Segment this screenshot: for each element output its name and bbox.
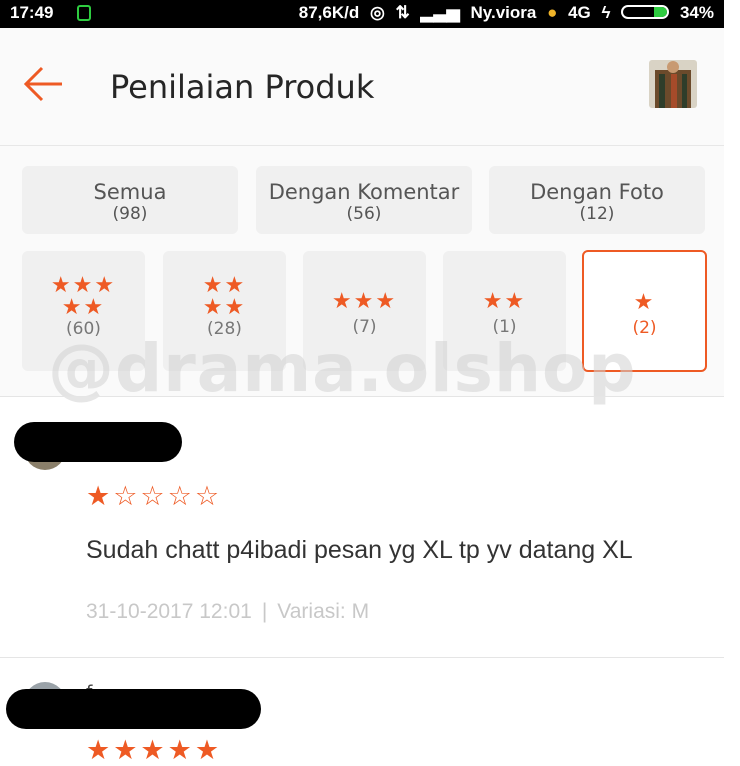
- tab-all[interactable]: Semua (98): [22, 166, 238, 234]
- star-icon: ★★★: [50, 273, 117, 298]
- network-type: 4G: [568, 3, 591, 22]
- star-icon: ★: [633, 290, 656, 315]
- variation-value: M: [351, 600, 370, 623]
- review-comment: Sudah chatt p4ibadi pesan yg XL tp yv da…: [86, 536, 633, 564]
- filter-3-count: (7): [352, 317, 377, 337]
- carrier-name: Ny.viora: [470, 3, 537, 22]
- filter-2-stars[interactable]: ★★ (1): [443, 251, 566, 371]
- redacted-username: [14, 422, 182, 462]
- filter-4-count: (28): [207, 319, 242, 339]
- filter-1-count: (2): [632, 318, 657, 338]
- star-icon-group: ★★: [443, 251, 566, 313]
- hotspot-icon: ◎: [369, 3, 385, 22]
- filter-3-stars[interactable]: ★★★ (7): [303, 251, 426, 371]
- filter-5-count: (60): [66, 319, 101, 339]
- right-gutter: [724, 0, 740, 749]
- filter-4-stars[interactable]: ★★ ★★ (28): [163, 251, 286, 371]
- meta-separator: |: [261, 600, 268, 623]
- data-transfer-icon: ⇅: [395, 3, 410, 22]
- divider: [0, 396, 724, 397]
- review-date: 31-10-2017 12:01: [86, 600, 252, 623]
- notification-icon: [77, 5, 91, 21]
- review-rating-stars: ★☆☆☆☆: [86, 481, 223, 512]
- tab-with-photo[interactable]: Dengan Foto (12): [489, 166, 705, 234]
- network-speed: 87,6K/d: [298, 3, 360, 22]
- star-icon-group: ★★★ ★★: [22, 251, 145, 319]
- emoji-icon: ●: [547, 3, 558, 22]
- tab-with-photo-label: Dengan Foto: [530, 180, 664, 204]
- tab-all-count: (98): [112, 204, 148, 224]
- arrow-left-icon[interactable]: [22, 62, 66, 106]
- star-icon: ★★: [482, 289, 527, 314]
- battery-icon: [621, 5, 670, 19]
- divider: [0, 657, 724, 658]
- tab-with-comment-count: (56): [346, 204, 382, 224]
- tab-with-photo-count: (12): [579, 204, 615, 224]
- star-icon: ★★: [61, 295, 106, 320]
- review-meta: 31-10-2017 12:01 | Variasi: M: [86, 600, 369, 624]
- star-icon-group: ★★ ★★: [163, 251, 286, 319]
- filter-5-stars[interactable]: ★★★ ★★ (60): [22, 251, 145, 371]
- status-bar: 17:49 87,6K/d ◎ ⇅ ▂▃▅ Ny.viora ● 4G ϟ 34…: [0, 0, 724, 28]
- filter-1-star[interactable]: ★ (2): [582, 250, 707, 372]
- filter-2-count: (1): [492, 317, 517, 337]
- tab-all-label: Semua: [93, 180, 167, 204]
- tab-with-comment[interactable]: Dengan Komentar (56): [256, 166, 472, 234]
- charging-icon: ϟ: [601, 3, 611, 22]
- signal-icon: ▂▃▅: [420, 3, 460, 22]
- product-thumbnail[interactable]: [649, 60, 697, 108]
- page-title: Penilaian Produk: [110, 68, 375, 106]
- variation-label: Variasi:: [277, 600, 346, 623]
- product-image-icon: [649, 60, 697, 108]
- status-right: 87,6K/d ◎ ⇅ ▂▃▅ Ny.viora ● 4G ϟ 34%: [293, 3, 714, 23]
- status-time: 17:49: [10, 3, 54, 22]
- star-icon-group: ★: [584, 252, 705, 314]
- review-rating-stars: ★★★★★: [86, 735, 223, 766]
- star-icon: ★★: [202, 295, 247, 320]
- battery-percent: 34%: [679, 3, 714, 22]
- star-icon: ★★: [202, 273, 247, 298]
- redacted-username: [6, 689, 261, 729]
- star-icon-group: ★★★: [303, 251, 426, 313]
- tab-with-comment-label: Dengan Komentar: [268, 180, 460, 204]
- star-icon: ★★★: [331, 289, 398, 314]
